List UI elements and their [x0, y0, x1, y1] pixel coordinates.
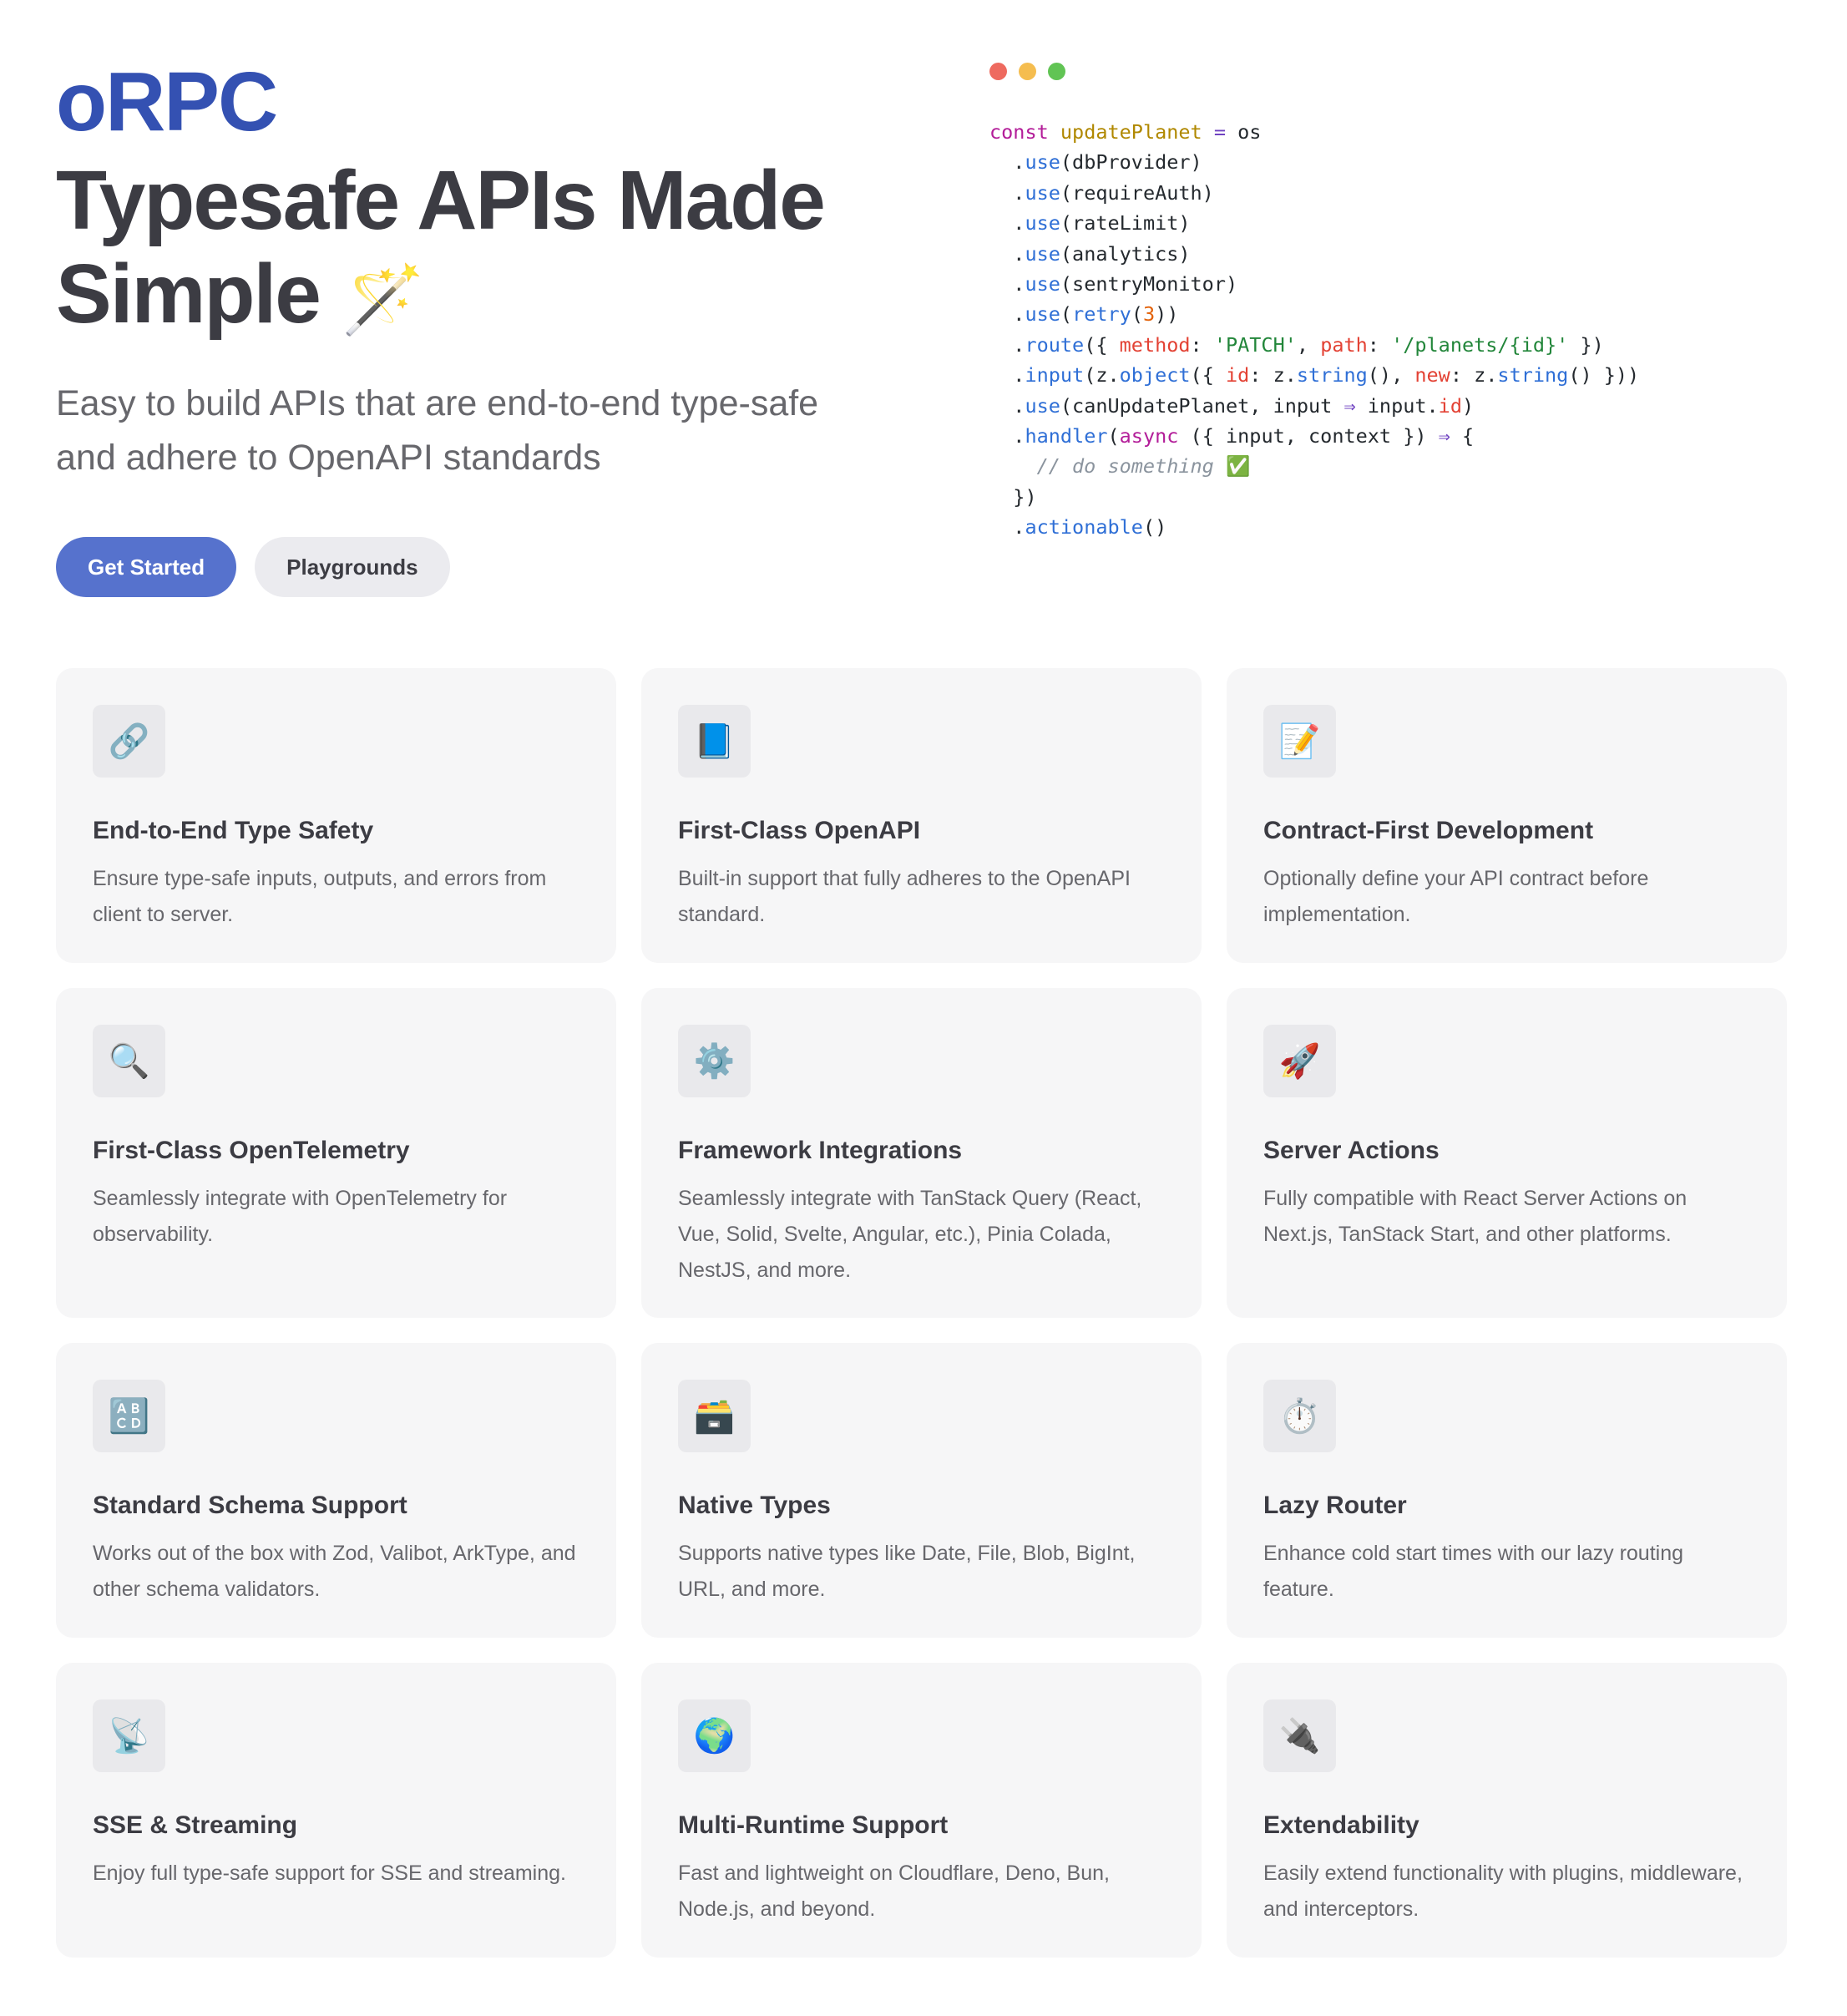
feature-card: 📘 First-Class OpenAPI Built-in support t… — [641, 668, 1202, 963]
feature-card: 📡 SSE & Streaming Enjoy full type-safe s… — [56, 1663, 616, 1958]
code-sample: const updatePlanet = os .use(dbProvider)… — [989, 120, 1640, 539]
feature-title: SSE & Streaming — [93, 1811, 298, 1839]
feature-title: Standard Schema Support — [93, 1492, 407, 1519]
headline-line1: Typesafe APIs Made — [56, 154, 826, 247]
feature-card: 🚀 Server Actions Fully compatible with R… — [1227, 988, 1787, 1318]
feature-desc: Seamlessly integrate with TanStack Query… — [678, 1187, 1142, 1282]
feature-title: End-to-End Type Safety — [93, 817, 374, 844]
feature-card: 🗃️ Native Types Supports native types li… — [641, 1343, 1202, 1638]
plug-icon: 🔌 — [1263, 1699, 1336, 1772]
tagline: Easy to build APIs that are end-to-end t… — [56, 383, 819, 478]
abcd-icon: 🔠 — [93, 1380, 165, 1452]
feature-title: Contract-First Development — [1263, 817, 1594, 844]
feature-title: First-Class OpenAPI — [678, 817, 921, 844]
magic-wand-icon: 🪄 — [341, 261, 425, 338]
rocket-icon: 🚀 — [1263, 1025, 1336, 1097]
satellite-dish-icon: 📡 — [93, 1699, 165, 1772]
feature-desc: Optionally define your API contract befo… — [1263, 867, 1649, 926]
feature-card: 🔌 Extendability Easily extend functional… — [1227, 1663, 1787, 1958]
feature-desc: Easily extend functionality with plugins… — [1263, 1862, 1743, 1921]
feature-title: Server Actions — [1263, 1137, 1440, 1164]
feature-grid: 🔗 End-to-End Type Safety Ensure type-saf… — [56, 668, 1787, 1958]
window-dots — [989, 63, 1824, 80]
magnifier-icon: 🔍 — [93, 1025, 165, 1097]
feature-card: 🔗 End-to-End Type Safety Ensure type-saf… — [56, 668, 616, 963]
feature-desc: Enjoy full type-safe support for SSE and… — [93, 1862, 566, 1885]
headline: Typesafe APIs Made Simple 🪄 — [56, 154, 941, 347]
brand-title: oRPC — [56, 55, 278, 149]
feature-card: 📝 Contract-First Development Optionally … — [1227, 668, 1787, 963]
feature-card: ⚙️ Framework Integrations Seamlessly int… — [641, 988, 1202, 1318]
feature-title: Native Types — [678, 1492, 831, 1519]
feature-title: Extendability — [1263, 1811, 1419, 1839]
feature-desc: Supports native types like Date, File, B… — [678, 1542, 1136, 1601]
feature-desc: Works out of the box with Zod, Valibot, … — [93, 1542, 576, 1601]
headline-line2: Simple — [56, 247, 321, 341]
feature-card: 🔠 Standard Schema Support Works out of t… — [56, 1343, 616, 1638]
feature-card: ⏱️ Lazy Router Enhance cold start times … — [1227, 1343, 1787, 1638]
hero-actions: Get Started Playgrounds — [56, 537, 941, 597]
get-started-button[interactable]: Get Started — [56, 537, 237, 597]
book-icon: 📘 — [678, 705, 751, 778]
link-icon: 🔗 — [93, 705, 165, 778]
card-file-box-icon: 🗃️ — [678, 1380, 751, 1452]
feature-desc: Ensure type-safe inputs, outputs, and er… — [93, 867, 547, 926]
feature-title: Lazy Router — [1263, 1492, 1407, 1519]
feature-card: 🔍 First-Class OpenTelemetry Seamlessly i… — [56, 988, 616, 1318]
code-window: const updatePlanet = os .use(dbProvider)… — [989, 63, 1824, 542]
feature-title: First-Class OpenTelemetry — [93, 1137, 410, 1164]
gear-icon: ⚙️ — [678, 1025, 751, 1097]
feature-desc: Seamlessly integrate with OpenTelemetry … — [93, 1187, 508, 1246]
hero: oRPC Typesafe APIs Made Simple 🪄 Easy to… — [56, 50, 941, 597]
feature-title: Multi-Runtime Support — [678, 1811, 949, 1839]
feature-title: Framework Integrations — [678, 1137, 963, 1164]
stopwatch-icon: ⏱️ — [1263, 1380, 1336, 1452]
feature-desc: Built-in support that fully adheres to t… — [678, 867, 1131, 926]
feature-card: 🌍 Multi-Runtime Support Fast and lightwe… — [641, 1663, 1202, 1958]
memo-icon: 📝 — [1263, 705, 1336, 778]
feature-desc: Enhance cold start times with our lazy r… — [1263, 1542, 1684, 1601]
close-dot-icon — [989, 63, 1007, 80]
minimize-dot-icon — [1019, 63, 1036, 80]
playgrounds-button[interactable]: Playgrounds — [255, 537, 450, 597]
maximize-dot-icon — [1048, 63, 1065, 80]
feature-desc: Fast and lightweight on Cloudflare, Deno… — [678, 1862, 1110, 1921]
globe-icon: 🌍 — [678, 1699, 751, 1772]
feature-desc: Fully compatible with React Server Actio… — [1263, 1187, 1688, 1246]
